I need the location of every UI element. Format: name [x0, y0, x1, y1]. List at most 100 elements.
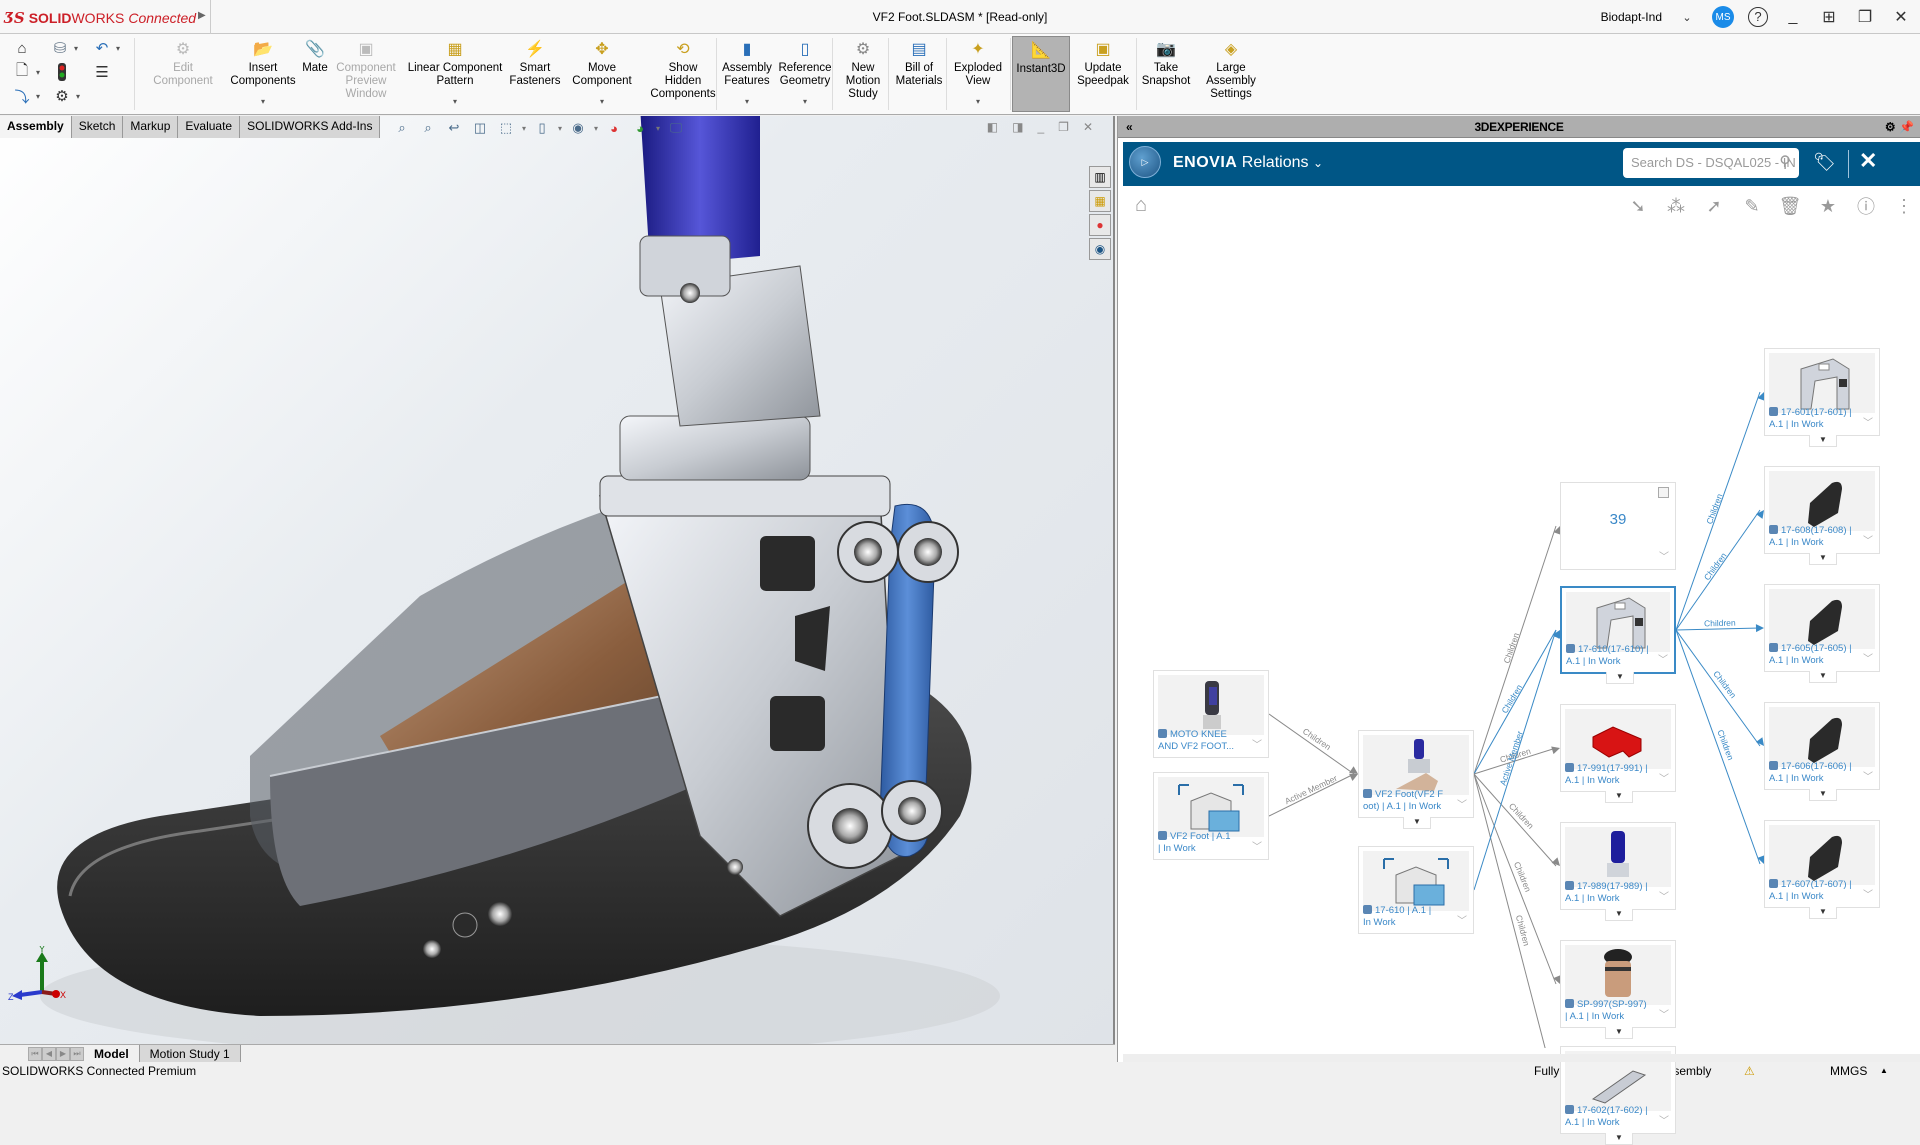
node-menu-chevron-icon[interactable]: ﹀ — [1658, 651, 1668, 666]
favorite-star-icon[interactable]: ★ — [1817, 194, 1839, 218]
select-icon[interactable]: ➚ — [1703, 194, 1725, 218]
node-label[interactable]: 17-608(17-608) | A.1 | In Work — [1769, 525, 1861, 549]
doc-minimize-icon[interactable]: _ — [1037, 120, 1044, 134]
app-switcher[interactable]: ENOVIA Relations ⌄ — [1173, 154, 1323, 172]
collapse-panel-icon[interactable]: « — [1126, 116, 1133, 138]
tab-assembly[interactable]: Assembly — [0, 116, 72, 138]
relation-node[interactable]: 17-989(17-989) | A.1 | In Work ﹀ ▼ — [1560, 822, 1676, 921]
next-tab-icon[interactable]: ▶ — [56, 1046, 70, 1061]
save-to-platform-icon[interactable]: ⛁ — [50, 38, 70, 58]
expand-node-icon[interactable]: ▼ — [1809, 789, 1837, 801]
section-view-icon[interactable]: ◫ — [470, 119, 490, 137]
relation-node[interactable]: 17-607(17-607) | A.1 | In Work ﹀ ▼ — [1764, 820, 1880, 919]
relation-node[interactable]: 17-606(17-606) | A.1 | In Work ﹀ ▼ — [1764, 702, 1880, 801]
minimize-button[interactable]: _ — [1782, 8, 1804, 26]
close-app-icon[interactable]: ✕ — [1859, 148, 1877, 174]
component-preview-window-button[interactable]: ▣ Component Preview Window — [334, 36, 398, 112]
select-arrow-icon[interactable]: ⤵ — [12, 86, 32, 106]
dropdown-icon[interactable]: ▾ — [558, 124, 562, 133]
view-orientation-icon[interactable]: ⬚ — [496, 119, 516, 137]
relation-edge[interactable] — [1268, 773, 1355, 817]
new-dropdown-icon[interactable]: ▾ — [36, 68, 40, 77]
more-options-icon[interactable]: ⋮ — [1893, 194, 1915, 218]
dropdown-arrow-icon[interactable]: ▾ — [453, 95, 457, 108]
large-assembly-settings-button[interactable]: ◈ Large Assembly Settings — [1198, 36, 1264, 112]
node-label[interactable]: 17-605(17-605) | A.1 | In Work — [1769, 643, 1861, 667]
node-label[interactable]: 17-610 | A.1 | In Work — [1363, 905, 1455, 929]
expand-node-icon[interactable]: ▼ — [1605, 1133, 1633, 1145]
linear-component-pattern-button[interactable]: ▦ Linear Component Pattern ▾ — [400, 36, 510, 112]
expand-node-icon[interactable]: ▼ — [1809, 553, 1837, 565]
doc-close-icon[interactable]: ✕ — [1083, 120, 1093, 134]
expand-node-icon[interactable]: ▼ — [1605, 1027, 1633, 1039]
node-label[interactable]: VF2 Foot(VF2 Foot) | A.1 | In Work — [1363, 789, 1455, 813]
insert-components-button[interactable]: 📂 Insert Components ▾ — [222, 36, 304, 112]
search-icon[interactable]: ⚲ — [1779, 148, 1791, 178]
3dexperience-compass-icon[interactable]: ◉ — [1089, 238, 1111, 260]
home-icon[interactable]: ⌂ — [1135, 194, 1147, 217]
dropdown-icon[interactable]: ▾ — [522, 124, 526, 133]
units-system[interactable]: MMGS — [1830, 1062, 1880, 1080]
horizontal-scrollbar[interactable] — [1123, 1054, 1920, 1062]
rebuild-warning-icon[interactable]: ⚠ — [1744, 1062, 1830, 1080]
bill-of-materials-button[interactable]: ▤ Bill of Materials — [892, 36, 946, 112]
display-style-icon[interactable]: ▯ — [532, 119, 552, 137]
options-dropdown-icon[interactable]: ▾ — [76, 92, 80, 101]
relation-edge[interactable] — [1675, 629, 1761, 747]
smart-fasteners-button[interactable]: ⚡ Smart Fasteners — [508, 36, 562, 112]
node-menu-chevron-icon[interactable]: ﹀ — [1863, 886, 1873, 901]
dropdown-arrow-icon[interactable]: ▾ — [261, 95, 265, 108]
move-component-button[interactable]: ✥ Move Component ▾ — [564, 36, 640, 112]
prev-tab-icon[interactable]: ◀ — [42, 1046, 56, 1061]
tab-markup[interactable]: Markup — [123, 116, 179, 138]
rebuild-traffic-light-icon[interactable] — [52, 62, 72, 82]
search-input[interactable]: Search DS - DSQAL025 - IN ⚲ — [1623, 148, 1799, 178]
relation-node[interactable]: 17-991(17-991) | A.1 | In Work ﹀ ▼ — [1560, 704, 1676, 803]
info-icon[interactable]: ⓘ — [1855, 194, 1877, 218]
previous-view-icon[interactable]: ↩ — [444, 119, 464, 137]
expand-arrow-icon[interactable]: ➘ — [1627, 194, 1649, 218]
options-gear-icon[interactable]: ⚙ — [52, 86, 72, 106]
relation-node[interactable]: 17-610 | A.1 | In Work ﹀ — [1358, 846, 1474, 934]
node-menu-chevron-icon[interactable]: ﹀ — [1659, 548, 1669, 563]
file-properties-icon[interactable]: ☰ — [92, 62, 112, 82]
dropdown-icon[interactable]: ▾ — [594, 124, 598, 133]
user-avatar[interactable]: MS — [1712, 6, 1734, 28]
expand-node-icon[interactable]: ▼ — [1605, 791, 1633, 803]
tab-evaluate[interactable]: Evaluate — [178, 116, 241, 138]
expand-node-icon[interactable]: ▼ — [1809, 671, 1837, 683]
doc-next-icon[interactable]: ◨ — [1012, 120, 1023, 134]
relation-node[interactable]: MOTO KNEE AND VF2 FOOT... ﹀ — [1153, 670, 1269, 758]
node-label[interactable]: 17-602(17-602) | A.1 | In Work — [1565, 1105, 1657, 1129]
graphics-area[interactable]: Assembly Sketch Markup Evaluate SOLIDWOR… — [0, 116, 1115, 1048]
edit-pencil-icon[interactable]: ✎ — [1741, 194, 1763, 218]
node-menu-chevron-icon[interactable]: ﹀ — [1863, 650, 1873, 665]
node-menu-chevron-icon[interactable]: ﹀ — [1863, 414, 1873, 429]
last-tab-icon[interactable]: ⏭ — [70, 1046, 84, 1061]
node-menu-chevron-icon[interactable]: ﹀ — [1252, 736, 1262, 751]
relation-node[interactable]: SP-997(SP-997) | A.1 | In Work ﹀ ▼ — [1560, 940, 1676, 1039]
tab-sketch[interactable]: Sketch — [71, 116, 124, 138]
node-menu-chevron-icon[interactable]: ﹀ — [1863, 768, 1873, 783]
instant3d-button[interactable]: 📐 Instant3D — [1012, 36, 1070, 112]
dropdown-arrow-icon[interactable]: ▾ — [803, 95, 807, 108]
new-motion-study-button[interactable]: ⚙ New Motion Study — [838, 36, 888, 112]
node-label[interactable]: SP-997(SP-997) | A.1 | In Work — [1565, 999, 1657, 1023]
tile-window-button[interactable]: ⊞ — [1818, 7, 1840, 27]
relations-graph[interactable]: Children Active Member Children Children Chi… — [1118, 228, 1920, 1145]
node-menu-chevron-icon[interactable]: ﹀ — [1457, 912, 1467, 927]
node-label[interactable]: 17-601(17-601) | A.1 | In Work — [1769, 407, 1861, 431]
undo-dropdown-icon[interactable]: ▾ — [116, 44, 120, 53]
3d-model-prosthetic-foot[interactable] — [0, 116, 1113, 1048]
help-icon[interactable]: ? — [1748, 7, 1768, 27]
delete-trash-icon[interactable]: 🗑 — [1779, 194, 1802, 218]
undo-icon[interactable]: ↶ — [92, 38, 112, 58]
doc-restore-icon[interactable]: ❐ — [1058, 120, 1069, 134]
expand-node-icon[interactable]: ▼ — [1403, 817, 1431, 829]
relation-node[interactable]: VF2 Foot | A.1 | In Work ﹀ — [1153, 772, 1269, 860]
node-menu-chevron-icon[interactable]: ﹀ — [1457, 796, 1467, 811]
dropdown-arrow-icon[interactable]: ▾ — [600, 95, 604, 108]
restore-button[interactable]: ❐ — [1854, 7, 1876, 27]
collapsed-children-node[interactable]: 39 ﹀ — [1560, 482, 1676, 570]
app-dropdown-icon[interactable]: ⌄ — [1313, 156, 1323, 170]
